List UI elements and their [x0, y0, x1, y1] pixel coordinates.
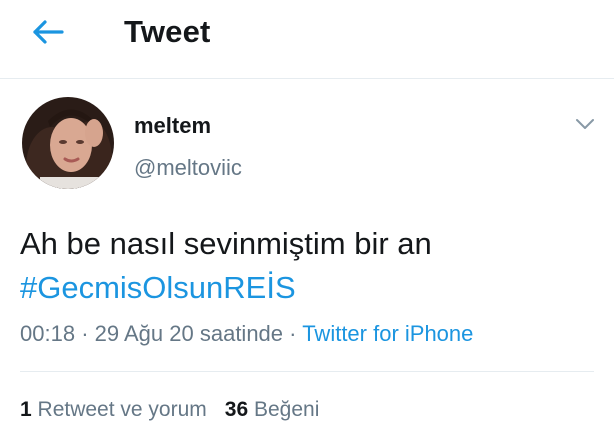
tweet-source-link[interactable]: Twitter for iPhone	[302, 321, 473, 346]
tweet-options-button[interactable]	[572, 114, 598, 134]
top-bar: Tweet	[0, 0, 614, 79]
profile-photo	[22, 97, 114, 189]
hashtag-link[interactable]: #GecmisOlsunREİS	[20, 266, 296, 310]
back-button[interactable]	[30, 17, 66, 47]
likes-label: Beğeni	[253, 398, 320, 421]
tweet-text: Ah be nasıl sevinmiştim bir an	[20, 226, 432, 261]
page-title: Tweet	[124, 14, 211, 49]
retweets-label: Retweet ve yorum	[37, 398, 207, 421]
tweet-date: 29 Ağu 20 saatinde	[94, 321, 284, 346]
author-display-name[interactable]: meltem	[134, 113, 211, 139]
meta-separator: ·	[289, 321, 303, 346]
retweets-count: 1	[20, 398, 32, 421]
tweet-meta: 00:18 · 29 Ağu 20 saatinde · Twitter for…	[20, 319, 473, 349]
likes-count: 36	[224, 398, 249, 421]
arrow-left-icon	[33, 20, 64, 44]
meta-separator: ·	[81, 321, 95, 346]
likes-stat[interactable]: 36 Beğeni	[225, 398, 320, 421]
author-handle[interactable]: @meltoviic	[134, 155, 242, 181]
tweet-stats: 1 Retweet ve yorum 36 Beğeni	[20, 395, 319, 425]
chevron-down-icon	[576, 119, 594, 129]
divider	[20, 371, 594, 372]
tweet-time: 00:18	[20, 321, 76, 346]
retweets-stat[interactable]: 1 Retweet ve yorum	[20, 398, 207, 421]
avatar[interactable]	[22, 97, 114, 189]
